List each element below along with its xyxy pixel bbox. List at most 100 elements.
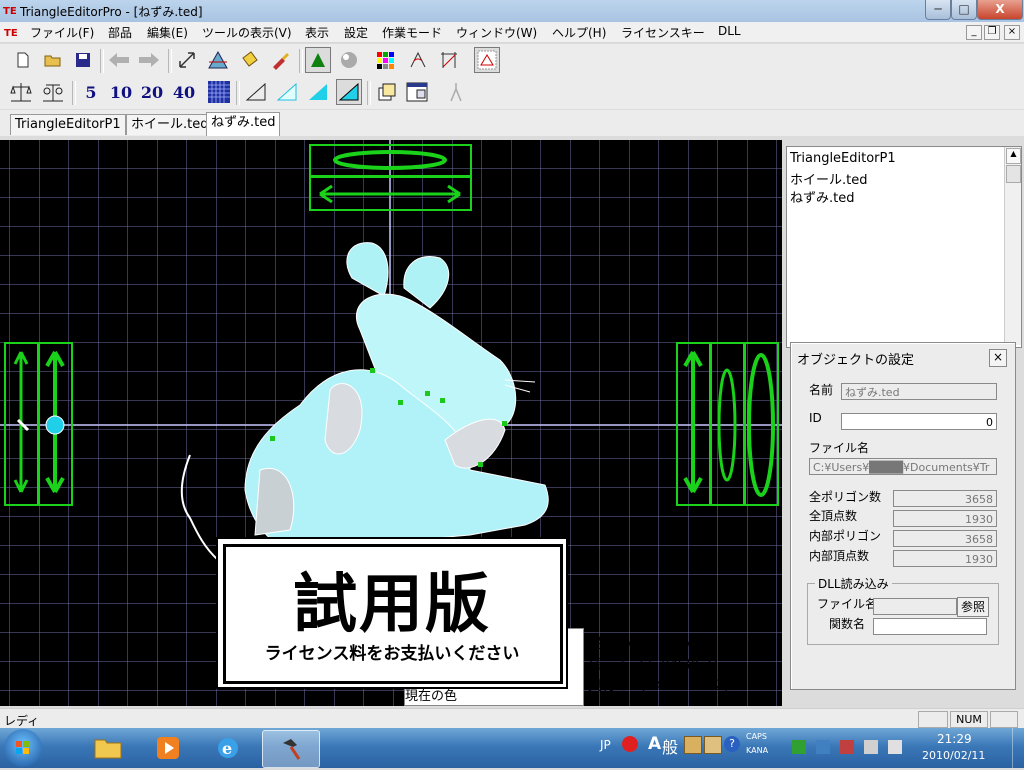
- list-item[interactable]: ねずみ.ted: [790, 187, 854, 206]
- media-player-taskbar-button[interactable]: [140, 730, 196, 766]
- dll-file-field[interactable]: [873, 598, 957, 615]
- status-text: レディ: [4, 714, 40, 728]
- svg-text:TE: TE: [3, 6, 17, 17]
- filename-label: ファイル名: [809, 441, 870, 455]
- dll-browse-button[interactable]: 参照: [957, 597, 989, 617]
- maximize-button[interactable]: □: [951, 0, 977, 20]
- menu-work-mode[interactable]: 作業モード: [382, 24, 442, 41]
- layer-window-icon[interactable]: [374, 79, 400, 105]
- coord-tate-value: =(419.875499): [610, 636, 721, 652]
- angle-tool-icon[interactable]: [405, 47, 431, 73]
- tab-mouse[interactable]: ねずみ.ted: [206, 112, 281, 136]
- redo-arrow-icon[interactable]: [136, 47, 162, 73]
- network-device-icon[interactable]: [816, 740, 830, 754]
- ime-icon[interactable]: [622, 736, 638, 752]
- menu-file[interactable]: ファイル(F): [30, 24, 94, 41]
- new-file-button[interactable]: [10, 47, 36, 73]
- 3d-viewport[interactable]: 現在の色 縦 =(419.875499) 横 =(-77.846852) 奥行き…: [0, 140, 782, 706]
- undo-arrow-icon[interactable]: [106, 47, 132, 73]
- explorer-taskbar-button[interactable]: [80, 730, 136, 766]
- coord-yoko-label: 横: [588, 657, 602, 673]
- panel-window-icon[interactable]: [404, 79, 430, 105]
- windows-logo-icon: [16, 741, 29, 754]
- paint-bucket-icon[interactable]: [236, 47, 262, 73]
- mdi-close-button[interactable]: ×: [1004, 25, 1020, 40]
- balance-tool-icon[interactable]: [40, 79, 66, 105]
- clock-date[interactable]: 2010/02/11: [922, 749, 985, 762]
- menu-display[interactable]: 表示: [305, 24, 329, 41]
- ime-kind[interactable]: 般: [662, 734, 678, 758]
- save-button[interactable]: [70, 47, 96, 73]
- scroll-up-icon[interactable]: ▲: [1006, 148, 1021, 164]
- status-bar: レディ NUM: [0, 708, 1024, 729]
- cyan-edged-triangle-icon[interactable]: [336, 79, 362, 105]
- grid-5-button[interactable]: 5: [76, 79, 106, 105]
- status-cell: [918, 711, 948, 728]
- scroll-thumb[interactable]: [1006, 165, 1021, 183]
- tab-wheel[interactable]: ホイール.ted: [126, 114, 214, 135]
- grid-dense-icon[interactable]: [206, 79, 232, 105]
- cyan-filled-triangle-icon[interactable]: [305, 79, 331, 105]
- start-button[interactable]: [4, 729, 42, 767]
- compass-disabled-icon[interactable]: [443, 79, 469, 105]
- menu-edit[interactable]: 編集(E): [147, 24, 188, 41]
- menu-license-key[interactable]: ライセンスキー: [621, 24, 705, 41]
- open-folder-button[interactable]: [40, 47, 66, 73]
- name-field[interactable]: ねずみ.ted: [841, 383, 997, 400]
- ime-tool-icon[interactable]: [684, 736, 702, 754]
- sphere-icon[interactable]: [336, 47, 362, 73]
- grid-20-button[interactable]: 20: [137, 79, 167, 105]
- menu-parts[interactable]: 部品: [108, 24, 132, 41]
- tab-triangleeditorp1[interactable]: TriangleEditorP1: [10, 114, 126, 135]
- ime-mode[interactable]: A: [648, 734, 661, 754]
- grid-40-button[interactable]: 40: [169, 79, 199, 105]
- triangleeditor-taskbar-button[interactable]: [262, 730, 320, 768]
- list-item[interactable]: ホイール.ted: [790, 169, 867, 188]
- list-scrollbar[interactable]: ▲: [1004, 147, 1021, 345]
- solid-triangle-icon[interactable]: [305, 47, 331, 73]
- filename-field[interactable]: C:¥Users¥████¥Documents¥Tr: [809, 458, 997, 475]
- axis-tool-icon[interactable]: [436, 47, 462, 73]
- panel-close-button[interactable]: ×: [989, 349, 1007, 367]
- brush-icon[interactable]: [267, 47, 293, 73]
- menu-settings[interactable]: 設定: [344, 24, 368, 41]
- inner-vertices-label: 内部頂点数: [809, 549, 870, 563]
- mdi-minimize-button[interactable]: _: [966, 25, 982, 40]
- list-item[interactable]: TriangleEditorP1: [790, 151, 896, 166]
- panel-title: オブジェクトの設定: [797, 353, 915, 368]
- close-button[interactable]: X: [977, 0, 1023, 20]
- minimize-button[interactable]: ─: [925, 0, 951, 20]
- menu-dll[interactable]: DLL: [718, 24, 741, 38]
- move-tool-icon[interactable]: [174, 47, 200, 73]
- clock-time[interactable]: 21:29: [937, 732, 972, 746]
- scale-tool-icon[interactable]: [8, 79, 34, 105]
- volume-icon[interactable]: [888, 740, 902, 754]
- ie-taskbar-button[interactable]: e: [200, 730, 256, 766]
- outline-triangle-icon[interactable]: [243, 79, 269, 105]
- menu-window[interactable]: ウィンドウ(W): [456, 24, 537, 41]
- dll-function-field[interactable]: [873, 618, 987, 635]
- total-vertices-label: 全頂点数: [809, 509, 858, 523]
- trial-title: 試用版: [293, 567, 491, 642]
- document-list[interactable]: TriangleEditorP1 ホイール.ted ねずみ.ted ▲: [786, 146, 1022, 348]
- view-triangle-icon[interactable]: [474, 47, 500, 73]
- svg-text:TE: TE: [4, 28, 18, 39]
- language-indicator[interactable]: JP: [600, 738, 611, 752]
- help-icon[interactable]: ?: [724, 736, 740, 752]
- id-label: ID: [809, 411, 822, 425]
- color-palette-icon[interactable]: [372, 47, 398, 73]
- id-field[interactable]: 0: [841, 413, 997, 430]
- security-shield-icon[interactable]: [792, 740, 806, 754]
- menu-view-tools[interactable]: ツールの表示(V): [202, 24, 292, 41]
- media-player-icon: [157, 737, 179, 759]
- pyramid-tool-icon[interactable]: [205, 47, 231, 73]
- internet-explorer-icon: e: [218, 738, 238, 758]
- ime-pad-icon[interactable]: [704, 736, 722, 754]
- cyan-outline-triangle-icon[interactable]: [274, 79, 300, 105]
- mdi-restore-button[interactable]: ❐: [984, 25, 1000, 40]
- show-desktop-button[interactable]: [1012, 728, 1024, 768]
- network-icon[interactable]: [864, 740, 878, 754]
- grid-10-button[interactable]: 10: [106, 79, 136, 105]
- action-center-icon[interactable]: [840, 740, 854, 754]
- menu-help[interactable]: ヘルプ(H): [552, 24, 606, 41]
